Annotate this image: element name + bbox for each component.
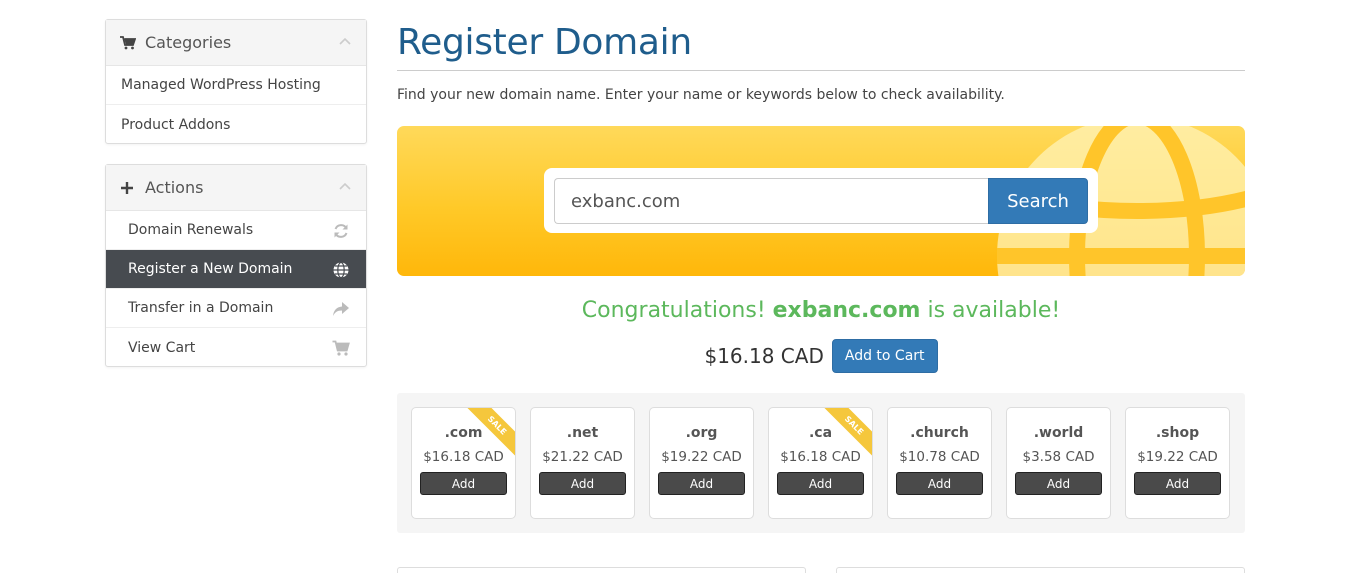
page-title: Register Domain — [397, 22, 692, 63]
search-box: Search — [544, 168, 1098, 233]
tld-card-shop: .shop $19.22 CAD Add — [1125, 407, 1230, 519]
tld-price: $16.18 CAD — [780, 449, 861, 465]
tld-name: .net — [566, 425, 599, 441]
price-row: $16.18 CAD Add to Cart — [397, 339, 1245, 373]
tld-card-com: SALE .com $16.18 CAD Add — [411, 407, 516, 519]
tld-name: .world — [1033, 425, 1084, 441]
tld-add-button[interactable]: Add — [777, 472, 864, 495]
sidebar-item-label: Transfer in a Domain — [128, 300, 274, 316]
tld-name: .church — [910, 425, 969, 441]
chevron-up-icon[interactable] — [338, 180, 352, 194]
sidebar-item-label: Domain Renewals — [128, 222, 254, 238]
chevron-up-icon[interactable] — [338, 35, 352, 49]
title-divider — [397, 70, 1245, 71]
tld-price: $19.22 CAD — [661, 449, 742, 465]
availability-prefix: Congratulations! — [581, 298, 773, 323]
sidebar-item-view-cart[interactable]: View Cart — [106, 328, 366, 367]
tld-price: $21.22 CAD — [542, 449, 623, 465]
domain-search-banner: Search — [397, 126, 1245, 276]
domain-search-input[interactable] — [554, 178, 990, 224]
tld-add-button[interactable]: Add — [1134, 472, 1221, 495]
tld-name: .shop — [1155, 425, 1200, 441]
tld-add-button[interactable]: Add — [539, 472, 626, 495]
cart-icon — [332, 340, 350, 356]
tld-card-ca: SALE .ca $16.18 CAD Add — [768, 407, 873, 519]
actions-title: Actions — [145, 178, 204, 197]
tld-card-net: .net $21.22 CAD Add — [530, 407, 635, 519]
tld-name: .org — [685, 425, 718, 441]
add-to-cart-button[interactable]: Add to Cart — [831, 339, 938, 373]
sidebar-item-transfer-domain[interactable]: Transfer in a Domain — [106, 289, 366, 328]
refresh-icon — [334, 224, 348, 238]
tld-price: $3.58 CAD — [1022, 449, 1095, 465]
bottom-panel-left — [397, 567, 806, 573]
sidebar-item-label: Register a New Domain — [128, 261, 293, 277]
share-arrow-icon — [333, 302, 349, 316]
actions-panel: Actions Domain Renewals Register a New D… — [105, 164, 367, 367]
tld-add-button[interactable]: Add — [420, 472, 507, 495]
actions-header[interactable]: Actions — [106, 165, 366, 211]
availability-suffix: is available! — [920, 298, 1061, 323]
categories-header[interactable]: Categories — [106, 20, 366, 66]
domain-price: $16.18 CAD — [704, 344, 824, 368]
sidebar-item-label: Managed WordPress Hosting — [121, 77, 321, 93]
tld-add-button[interactable]: Add — [896, 472, 983, 495]
sidebar-item-domain-renewals[interactable]: Domain Renewals — [106, 211, 366, 250]
sidebar-item-label: View Cart — [128, 339, 196, 356]
available-domain: exbanc.com — [772, 298, 921, 323]
sidebar-item-product-addons[interactable]: Product Addons — [106, 105, 366, 144]
tld-add-button[interactable]: Add — [658, 472, 745, 495]
tld-suggestions: SALE .com $16.18 CAD Add .net $21.22 CAD… — [397, 393, 1245, 533]
tld-card-world: .world $3.58 CAD Add — [1006, 407, 1111, 519]
tld-add-button[interactable]: Add — [1015, 472, 1102, 495]
sidebar-item-managed-wordpress[interactable]: Managed WordPress Hosting — [106, 66, 366, 105]
tld-price: $10.78 CAD — [899, 449, 980, 465]
search-button[interactable]: Search — [988, 178, 1088, 224]
tld-price: $19.22 CAD — [1137, 449, 1218, 465]
tld-price: $16.18 CAD — [423, 449, 504, 465]
tld-card-church: .church $10.78 CAD Add — [887, 407, 992, 519]
plus-icon — [120, 181, 138, 195]
globe-icon — [333, 261, 349, 279]
cart-icon — [120, 35, 138, 50]
availability-message: Congratulations! exbanc.com is available… — [397, 298, 1245, 323]
categories-title: Categories — [145, 33, 232, 52]
intro-text: Find your new domain name. Enter your na… — [397, 87, 1005, 103]
categories-panel: Categories Managed WordPress Hosting Pro… — [105, 19, 367, 144]
bottom-panel-right — [836, 567, 1245, 573]
sidebar-item-register-domain[interactable]: Register a New Domain — [106, 250, 366, 289]
sidebar-item-label: Product Addons — [121, 116, 231, 133]
tld-card-org: .org $19.22 CAD Add — [649, 407, 754, 519]
